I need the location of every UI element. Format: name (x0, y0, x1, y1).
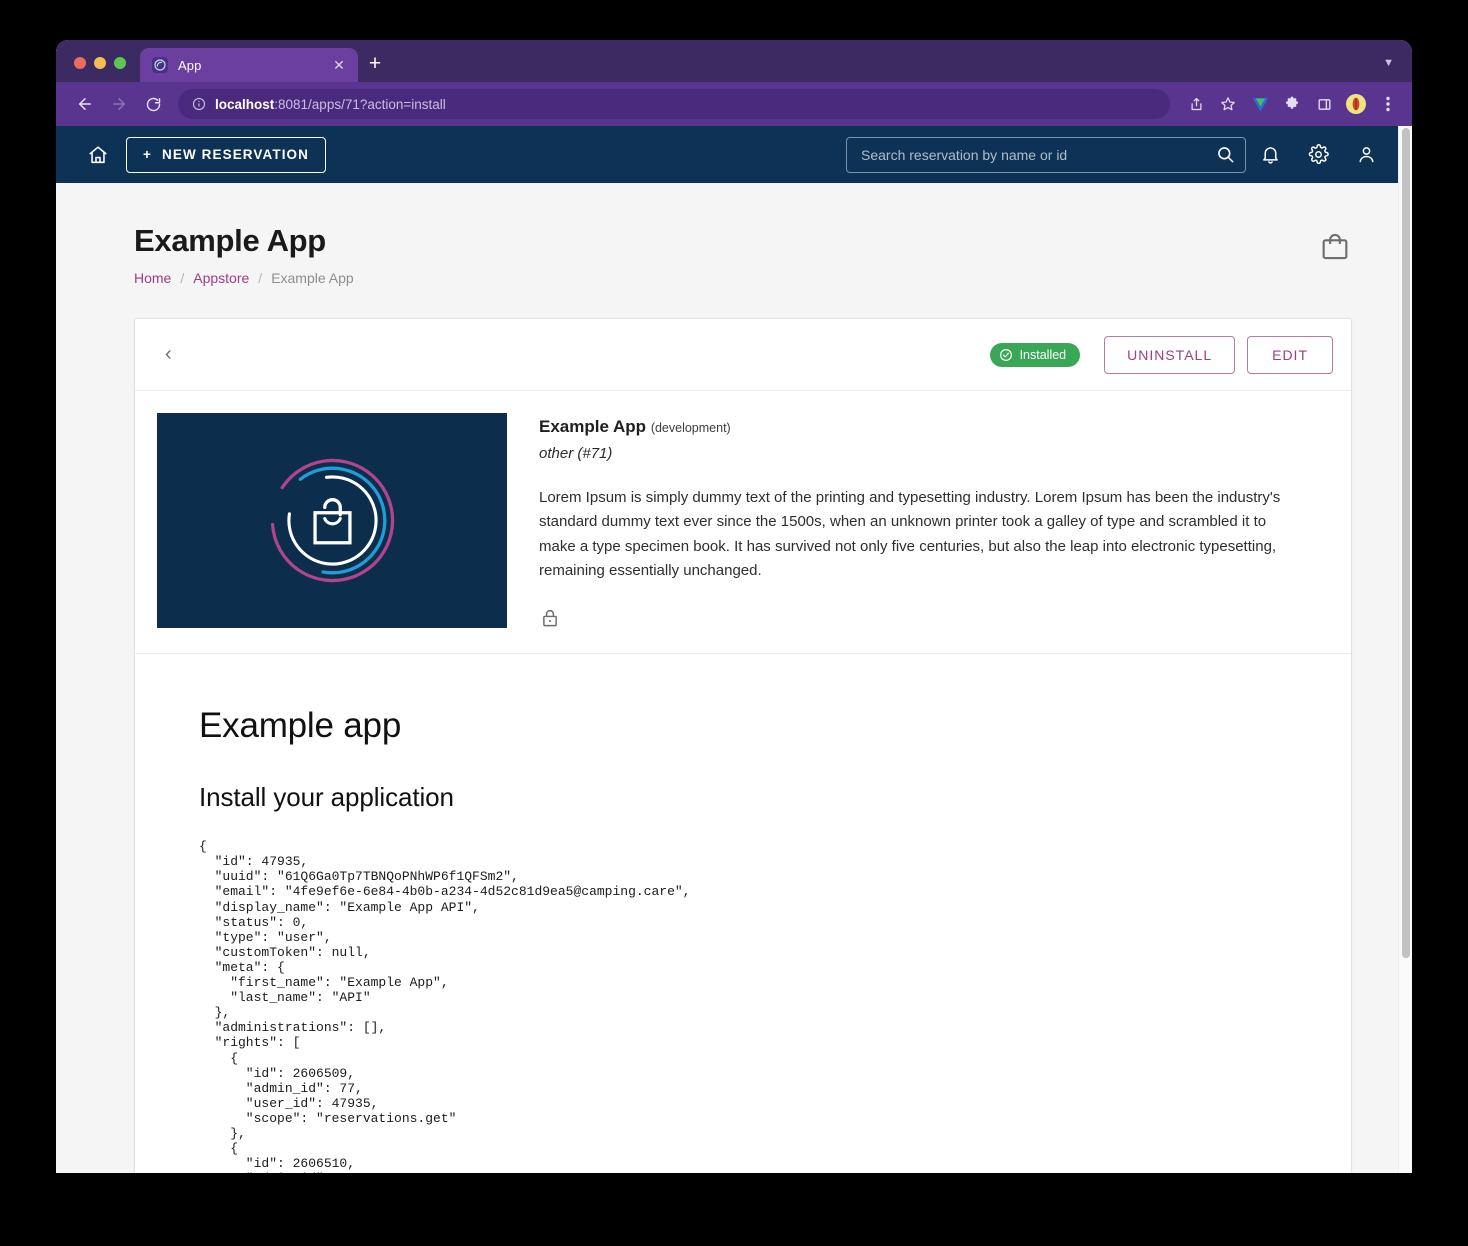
lock-icon[interactable] (539, 607, 1329, 629)
vue-devtools-icon[interactable] (1246, 90, 1274, 118)
page-content: Example App Home / Appstore / Example Ap… (56, 183, 1412, 1173)
chevron-down-icon[interactable]: ▼ (1383, 57, 1412, 82)
app-info: Example App (development) other (#71) Lo… (539, 413, 1329, 629)
browser-toolbar: localhost:8081/apps/71?action=install (56, 82, 1412, 126)
address-bar-url: localhost:8081/apps/71?action=install (215, 97, 446, 112)
address-bar[interactable]: localhost:8081/apps/71?action=install (178, 89, 1170, 119)
url-host: localhost (215, 96, 275, 112)
info-circle-icon[interactable] (192, 97, 206, 111)
plus-icon: + (143, 147, 152, 162)
screenshot-root: App ✕ + ▼ localhost:8081/apps/71?action=… (0, 0, 1468, 1246)
app-summary: Example App (development) other (#71) Lo… (135, 391, 1351, 655)
breadcrumb-separator: / (258, 270, 263, 286)
readme-code-block: { "id": 47935, "uuid": "61Q6Ga0Tp7TBNQoP… (199, 839, 691, 1173)
page-title-block: Example App Home / Appstore / Example Ap… (134, 223, 354, 286)
extensions-puzzle-icon[interactable] (1278, 90, 1306, 118)
app-category-id: other (#71) (539, 445, 613, 462)
close-icon[interactable]: ✕ (330, 56, 348, 74)
url-path: :8081/apps/71?action=install (274, 96, 446, 112)
shopping-bag-rings-logo (270, 458, 394, 583)
app-favicon-icon (152, 57, 168, 73)
share-icon[interactable] (1182, 90, 1210, 118)
search-icon[interactable] (1210, 145, 1235, 164)
app-description: Lorem Ipsum is simply dummy text of the … (539, 489, 1281, 579)
profile-avatar-icon[interactable] (1342, 90, 1370, 118)
browser-window: App ✕ + ▼ localhost:8081/apps/71?action=… (56, 40, 1412, 1173)
minimize-window-button[interactable] (94, 57, 106, 69)
person-icon[interactable] (1342, 133, 1390, 177)
uninstall-button[interactable]: UNINSTALL (1104, 335, 1236, 374)
bell-icon[interactable] (1246, 133, 1294, 177)
app-name-row: Example App (development) (539, 417, 1329, 437)
bookmark-star-icon[interactable] (1214, 90, 1242, 118)
page-header: Example App Home / Appstore / Example Ap… (134, 223, 1352, 286)
avatar (1346, 94, 1366, 114)
reload-icon[interactable] (138, 89, 168, 119)
breadcrumb: Home / Appstore / Example App (134, 270, 354, 286)
app-detail-card: ‹ Installed UNINSTALL EDIT Example App (… (134, 318, 1352, 1173)
close-window-button[interactable] (74, 57, 86, 69)
edit-button[interactable]: EDIT (1247, 335, 1333, 374)
app-environment: (development) (650, 421, 731, 435)
application-header: + NEW RESERVATION (56, 126, 1412, 183)
search-field-wrapper[interactable] (846, 136, 1246, 173)
readme-heading: Example app (199, 706, 402, 746)
arrow-left-icon[interactable] (70, 89, 100, 119)
window-traffic-lights (56, 57, 140, 82)
card-toolbar: ‹ Installed UNINSTALL EDIT (135, 319, 1351, 391)
search-input[interactable] (861, 146, 1210, 163)
app-thumbnail (157, 413, 507, 628)
status-badge: Installed (989, 342, 1081, 367)
readme-subheading: Install your application (199, 782, 454, 813)
breadcrumb-item-appstore[interactable]: Appstore (193, 270, 249, 286)
home-icon[interactable] (76, 135, 120, 175)
page-viewport: + NEW RESERVATION Search reservation by … (56, 126, 1412, 1173)
app-readme: Example app Install your application { "… (135, 654, 1351, 1173)
check-circle-icon (999, 348, 1012, 361)
kebab-menu-icon[interactable] (1374, 90, 1402, 118)
browser-tab[interactable]: App ✕ (140, 48, 358, 82)
breadcrumb-item-home[interactable]: Home (134, 270, 171, 286)
scrollbar-thumb[interactable] (1402, 128, 1410, 958)
browser-tab-strip: App ✕ + ▼ (56, 40, 1412, 82)
page-title: Example App (134, 223, 326, 258)
gear-icon[interactable] (1294, 133, 1342, 177)
shopping-bag-icon[interactable] (1318, 229, 1352, 263)
chevron-left-icon[interactable]: ‹ (157, 339, 180, 370)
new-reservation-button[interactable]: + NEW RESERVATION (126, 136, 326, 173)
side-panel-icon[interactable] (1310, 90, 1338, 118)
plus-icon[interactable]: + (358, 47, 392, 81)
status-badge-label: Installed (1019, 347, 1067, 362)
browser-tab-title: App (178, 57, 202, 73)
breadcrumb-separator: / (180, 270, 185, 286)
maximize-window-button[interactable] (114, 57, 126, 69)
page-scrollbar[interactable] (1398, 126, 1412, 1173)
app-name: Example App (539, 417, 647, 436)
arrow-right-icon[interactable] (104, 89, 134, 119)
new-reservation-label: NEW RESERVATION (161, 147, 309, 162)
breadcrumb-item-current: Example App (271, 270, 354, 286)
